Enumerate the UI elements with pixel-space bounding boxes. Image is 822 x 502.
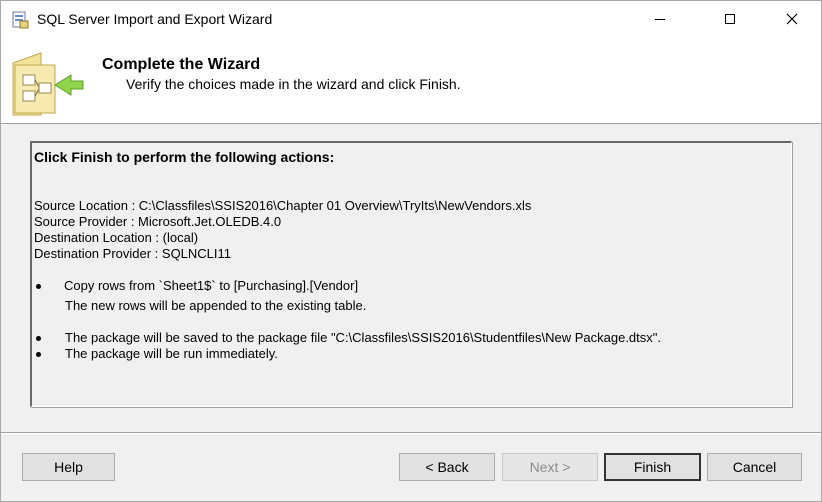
back-button[interactable]: < Back (399, 453, 495, 481)
copy-action: Copy rows from `Sheet1$` to [Purchasing]… (64, 278, 359, 293)
copy-note: The new rows will be appended to the exi… (65, 298, 367, 313)
window-title: SQL Server Import and Export Wizard (37, 11, 273, 27)
minimize-icon (654, 13, 666, 28)
summary-textbox[interactable]: Click Finish to perform the following ac… (30, 141, 792, 407)
wizard-header: Complete the Wizard Verify the choices m… (1, 39, 821, 124)
source-provider: Source Provider : Microsoft.Jet.OLEDB.4.… (34, 214, 282, 229)
footer-separator (1, 432, 821, 434)
help-button[interactable]: Help (22, 453, 115, 481)
bullet-icon (36, 352, 41, 357)
bullet-icon (36, 336, 41, 341)
save-action: The package will be saved to the package… (65, 330, 661, 345)
close-button[interactable] (769, 1, 815, 39)
page-subtitle: Verify the choices made in the wizard an… (126, 76, 461, 92)
finish-button[interactable]: Finish (604, 453, 701, 481)
summary-content: Click Finish to perform the following ac… (34, 146, 789, 404)
maximize-button[interactable] (707, 1, 753, 39)
sql-wizard-icon (11, 11, 29, 29)
summary-heading: Click Finish to perform the following ac… (34, 149, 335, 165)
run-action: The package will be run immediately. (65, 346, 278, 361)
close-icon (786, 13, 798, 28)
minimize-button[interactable] (637, 1, 683, 39)
page-title: Complete the Wizard (102, 56, 261, 73)
destination-provider: Destination Provider : SQLNCLI11 (34, 246, 232, 261)
bullet-icon (36, 284, 41, 289)
title-bar[interactable]: SQL Server Import and Export Wizard (1, 1, 821, 39)
wizard-folder-icon (11, 45, 85, 119)
destination-location: Destination Location : (local) (34, 230, 199, 245)
wizard-window: SQL Server Import and Export Wizard Comp… (0, 0, 822, 502)
cancel-button[interactable]: Cancel (707, 453, 802, 481)
source-location: Source Location : C:\Classfiles\SSIS2016… (34, 198, 532, 213)
maximize-icon (724, 13, 736, 28)
next-button[interactable]: Next > (502, 453, 598, 481)
